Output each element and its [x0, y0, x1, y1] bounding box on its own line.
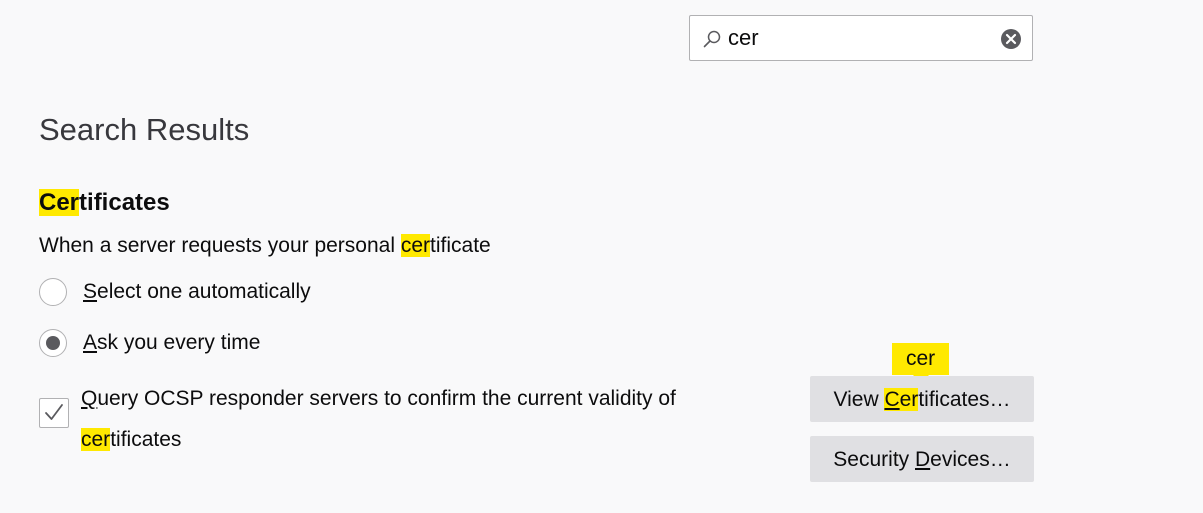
btn-text: View — [833, 388, 885, 411]
btn-text-rest: evices… — [930, 448, 1011, 471]
access-key: S — [83, 280, 98, 303]
access-key: D — [915, 448, 931, 471]
radio-button-checked[interactable] — [39, 329, 67, 357]
ocsp-checkbox[interactable] — [39, 398, 69, 428]
radio-ask-every-time[interactable]: Ask you every time — [39, 329, 260, 357]
search-box[interactable] — [689, 15, 1033, 61]
checkmark-icon — [45, 404, 63, 420]
highlight: Cer — [39, 189, 80, 216]
radio-select-automatically[interactable]: Select one automatically — [39, 278, 311, 306]
radio-label[interactable]: Select one automatically — [83, 280, 311, 304]
btn-text: Security — [833, 448, 915, 471]
label-line1: uery OCSP responder servers to confirm t… — [97, 387, 676, 410]
label-rest: elect one automatically — [97, 280, 311, 303]
certificates-heading: Certificates — [39, 189, 170, 217]
label-rest: sk you every time — [97, 331, 261, 354]
access-key: A — [83, 331, 98, 354]
search-input[interactable] — [728, 22, 983, 54]
heading-rest: tificates — [79, 189, 170, 216]
btn-text-rest: tificates… — [918, 388, 1011, 411]
access-key: C — [884, 388, 900, 411]
desc-text: When a server requests your personal — [39, 234, 401, 257]
highlight: cer — [81, 428, 111, 451]
radio-button[interactable] — [39, 278, 67, 306]
clear-icon[interactable] — [1000, 28, 1022, 50]
highlight-rest: er — [899, 388, 919, 411]
label-line2: tificates — [110, 428, 182, 451]
certificate-request-description: When a server requests your personal cer… — [39, 234, 491, 258]
search-icon — [703, 30, 721, 48]
highlight: Cer — [884, 388, 919, 411]
view-certificates-button[interactable]: View Certificates… — [810, 376, 1034, 422]
highlight: cer — [400, 234, 431, 257]
radio-label[interactable]: Ask you every time — [83, 331, 260, 355]
search-results-title: Search Results — [39, 112, 250, 147]
desc-text-rest: tificate — [430, 234, 491, 257]
search-match-tooltip: cer — [892, 343, 950, 383]
ocsp-label[interactable]: Query OCSP responder servers to confirm … — [81, 378, 771, 460]
access-key: Q — [81, 387, 98, 410]
security-devices-button[interactable]: Security Devices… — [810, 436, 1034, 482]
